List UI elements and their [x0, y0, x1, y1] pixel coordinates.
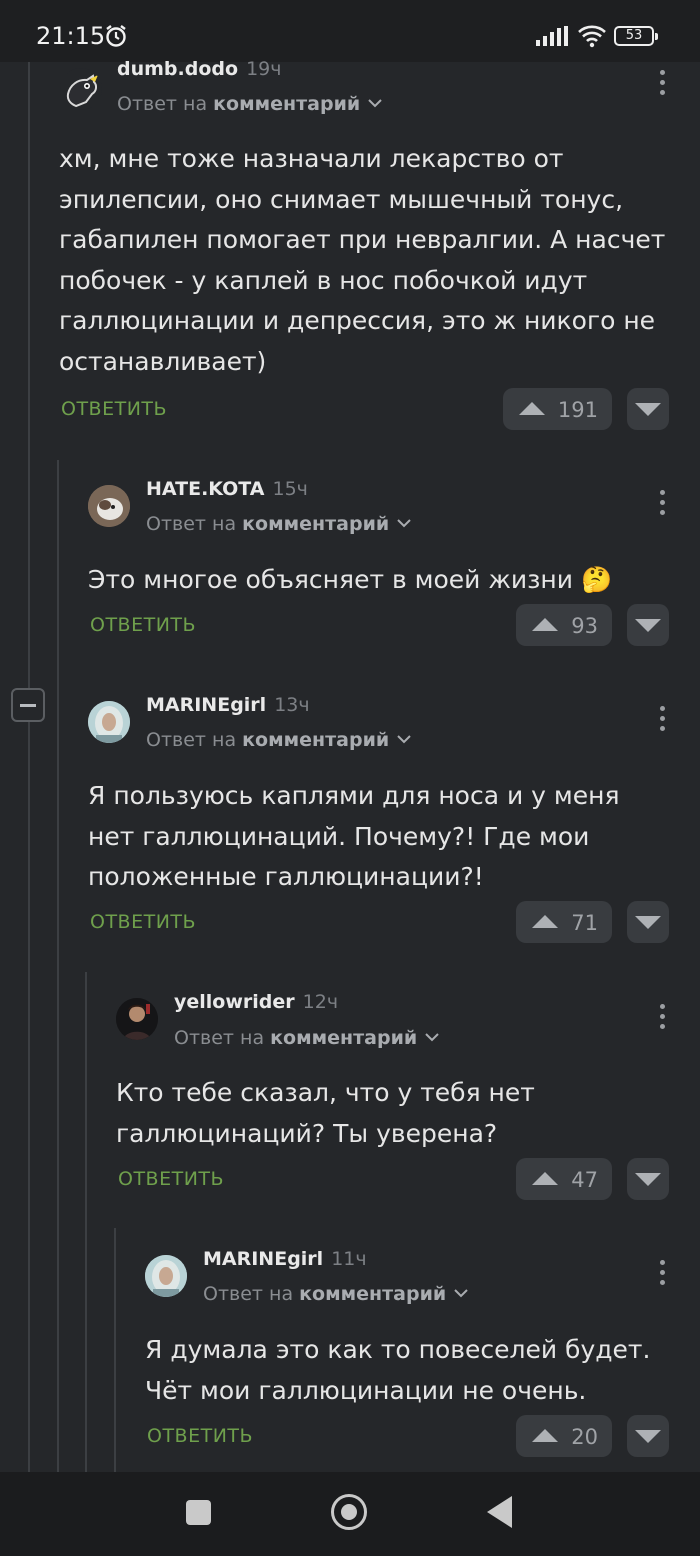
- nav-home-icon[interactable]: [331, 1494, 367, 1530]
- alarm-icon: [106, 25, 126, 47]
- chevron-down-icon: [454, 1289, 468, 1298]
- comment-text: Это многое объясняет в моей жизни 🤔: [88, 565, 613, 594]
- rating-count: 20: [571, 1425, 598, 1449]
- thread-line: [57, 460, 59, 1472]
- chevron-down-icon: [425, 1033, 439, 1042]
- status-time: 21:15: [36, 22, 106, 50]
- author-name[interactable]: MARINEgirl 13ч: [146, 694, 310, 716]
- downvote-button[interactable]: [627, 901, 669, 943]
- downvote-button[interactable]: [627, 1415, 669, 1457]
- kebab-menu-icon[interactable]: [658, 490, 666, 520]
- downvote-button[interactable]: [627, 1158, 669, 1200]
- comment-time: 13ч: [274, 694, 310, 716]
- avatar[interactable]: [116, 998, 158, 1040]
- downvote-icon: [635, 1173, 661, 1186]
- avatar[interactable]: [60, 68, 102, 110]
- downvote-icon: [635, 403, 661, 416]
- author-name[interactable]: MARINEgirl 11ч: [203, 1248, 367, 1270]
- rating-count: 47: [571, 1168, 598, 1192]
- upvote-button[interactable]: 20: [516, 1415, 612, 1457]
- comment-text: хм, мне тоже назначали лекарство от эпил…: [59, 144, 666, 376]
- thread-line: [85, 972, 87, 1472]
- chevron-down-icon: [397, 519, 411, 528]
- upvote-icon: [532, 618, 558, 631]
- kebab-menu-icon[interactable]: [658, 70, 666, 100]
- signal-icon: [536, 26, 568, 46]
- avatar[interactable]: [145, 1255, 187, 1297]
- reply-button[interactable]: ОТВЕТИТЬ: [118, 1168, 224, 1190]
- upvote-icon: [519, 402, 545, 415]
- rating-count: 191: [557, 398, 598, 422]
- rating-count: 71: [571, 911, 598, 935]
- chevron-down-icon: [368, 99, 382, 108]
- reply-button[interactable]: ОТВЕТИТЬ: [61, 398, 167, 420]
- comment-text: Я пользуюсь каплями для носа и у меня не…: [88, 781, 620, 891]
- upvote-button[interactable]: 191: [503, 388, 612, 430]
- reply-to-link[interactable]: Ответ на комментарий: [117, 93, 382, 115]
- downvote-button[interactable]: [627, 388, 669, 430]
- upvote-icon: [532, 915, 558, 928]
- nav-recents-icon[interactable]: [186, 1500, 211, 1525]
- reply-button[interactable]: ОТВЕТИТЬ: [90, 911, 196, 933]
- reply-to-link[interactable]: Ответ на комментарий: [174, 1027, 439, 1049]
- reply-to-link[interactable]: Ответ на комментарий: [146, 513, 411, 535]
- comment-time: 19ч: [246, 58, 282, 80]
- downvote-icon: [635, 619, 661, 632]
- upvote-icon: [532, 1172, 558, 1185]
- thread-line: [114, 1228, 116, 1472]
- upvote-button[interactable]: 47: [516, 1158, 612, 1200]
- comment-time: 11ч: [331, 1248, 367, 1270]
- status-bar: 21:15 53: [0, 0, 700, 62]
- reply-to-link[interactable]: Ответ на комментарий: [203, 1283, 468, 1305]
- author-name[interactable]: yellowrider 12ч: [174, 991, 338, 1013]
- upvote-icon: [532, 1429, 558, 1442]
- comment-time: 15ч: [272, 478, 308, 500]
- rating-count: 93: [571, 614, 598, 638]
- avatar[interactable]: [88, 701, 130, 743]
- thread-line: [28, 62, 30, 688]
- kebab-menu-icon[interactable]: [658, 706, 666, 736]
- battery-icon: 53: [614, 26, 658, 46]
- author-name[interactable]: HATE.KOTA 15ч: [146, 478, 308, 500]
- upvote-button[interactable]: 93: [516, 604, 612, 646]
- thread-line: [28, 722, 30, 1472]
- reply-button[interactable]: ОТВЕТИТЬ: [90, 614, 196, 636]
- collapse-thread-icon[interactable]: [11, 688, 45, 722]
- avatar[interactable]: [88, 485, 130, 527]
- reply-to-link[interactable]: Ответ на комментарий: [146, 729, 411, 751]
- reply-button[interactable]: ОТВЕТИТЬ: [147, 1425, 253, 1447]
- kebab-menu-icon[interactable]: [658, 1260, 666, 1290]
- author-name[interactable]: dumb.dodo 19ч: [117, 58, 281, 80]
- kebab-menu-icon[interactable]: [658, 1004, 666, 1034]
- navigation-bar: [0, 1472, 700, 1556]
- wifi-icon: [578, 25, 606, 48]
- upvote-button[interactable]: 71: [516, 901, 612, 943]
- chevron-down-icon: [397, 735, 411, 744]
- downvote-icon: [635, 1430, 661, 1443]
- comment-text: Кто тебе сказал, что у тебя нет галлюцин…: [116, 1078, 535, 1148]
- downvote-icon: [635, 916, 661, 929]
- comment-time: 12ч: [302, 991, 339, 1013]
- comment-text: Я думала это как то повеселей будет. Чёт…: [145, 1335, 651, 1405]
- nav-back-icon[interactable]: [487, 1496, 512, 1528]
- downvote-button[interactable]: [627, 604, 669, 646]
